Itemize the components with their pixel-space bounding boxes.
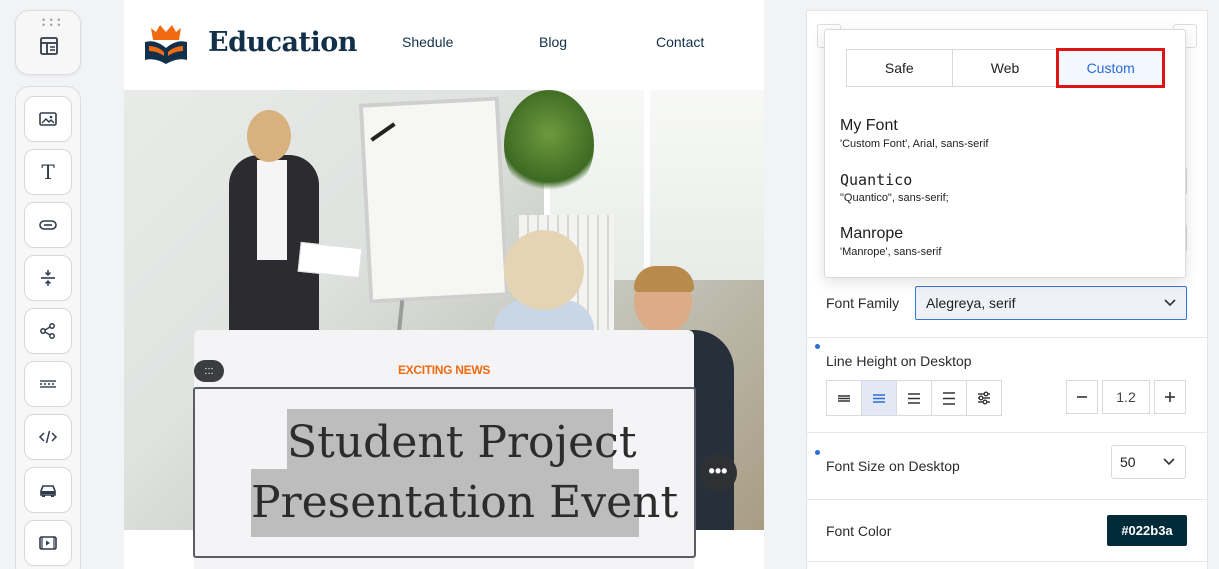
font-option-stack: "Quantico", sans-serif; xyxy=(840,192,949,204)
chevron-down-icon xyxy=(1163,446,1175,490)
decrement-button[interactable] xyxy=(1066,380,1098,414)
font-option-name: Manrope xyxy=(840,225,904,242)
font-source-tabs: Safe Web Custom xyxy=(846,48,1166,88)
font-option-name: My Font xyxy=(840,117,898,134)
line-height-relaxed-button[interactable] xyxy=(897,381,932,415)
nav-link-schedule[interactable]: Shedule xyxy=(402,34,453,50)
tab-custom[interactable]: Custom xyxy=(1056,48,1166,88)
font-family-row: Font Family Alegreya, serif xyxy=(806,270,1208,337)
nav-link-blog[interactable]: Blog xyxy=(539,34,567,50)
element-toolbar: T xyxy=(15,86,81,569)
plant xyxy=(504,90,594,200)
font-option-stack: 'Custom Font', Arial, sans-serif xyxy=(840,138,989,150)
font-option-stack: 'Manrope', sans-serif xyxy=(840,246,942,258)
font-color-row: Font Color #022b3a xyxy=(806,499,1208,561)
video-block-button[interactable] xyxy=(24,520,72,566)
kicker-label: EXCITING NEWS xyxy=(397,363,491,377)
font-family-select[interactable]: Alegreya, serif xyxy=(915,286,1187,320)
site-header: Education Shedule Blog Contact xyxy=(124,0,764,90)
font-size-label: Font Size on Desktop xyxy=(826,458,960,474)
line-height-row: Line Height on Desktop 1.2 xyxy=(806,337,1208,432)
social-block-button[interactable] xyxy=(24,308,72,354)
font-option-quantico[interactable]: Quantico "Quantico", sans-serif; xyxy=(840,171,949,204)
divider-icon xyxy=(40,380,56,388)
flipchart-board xyxy=(358,96,510,304)
line-height-stepper: 1.2 xyxy=(1066,380,1186,414)
font-option-name: Quantico xyxy=(840,171,913,189)
text-icon: T xyxy=(41,160,55,184)
divider-block-button[interactable] xyxy=(24,361,72,407)
font-size-value: 50 xyxy=(1120,454,1136,470)
book-crown-logo-icon xyxy=(145,25,187,64)
font-color-label: Font Color xyxy=(826,523,892,539)
video-icon xyxy=(39,536,57,550)
font-picker-popup: Safe Web Custom My Font 'Custom Font', A… xyxy=(824,29,1186,278)
brand-name: Education xyxy=(208,27,357,58)
title-line-2[interactable]: Presentation Event xyxy=(251,469,678,537)
lines-normal-icon xyxy=(873,394,885,403)
next-row-edge xyxy=(806,561,1208,569)
image-icon xyxy=(39,112,57,126)
drag-grip-icon[interactable]: • • • • • • xyxy=(42,16,61,30)
sliders-icon xyxy=(978,391,990,405)
line-height-loose-button[interactable] xyxy=(932,381,967,415)
email-canvas: Education Shedule Blog Contact EXCITING … xyxy=(124,0,764,569)
plus-icon xyxy=(1165,392,1175,402)
menu-block-button[interactable] xyxy=(24,467,72,513)
font-family-label: Font Family xyxy=(826,295,900,311)
toolbar-top-panel: • • • • • • xyxy=(15,10,81,75)
listener-head xyxy=(504,230,584,310)
lines-loose-icon xyxy=(943,392,955,405)
html-block-button[interactable] xyxy=(24,414,72,460)
share-icon xyxy=(40,323,55,339)
chevron-down-icon xyxy=(1164,287,1176,331)
font-size-select[interactable]: 50 xyxy=(1111,445,1186,479)
spacer-block-button[interactable] xyxy=(24,255,72,301)
more-options-button[interactable]: ••• xyxy=(699,454,737,492)
attendee-hair xyxy=(634,266,694,292)
minus-icon xyxy=(1077,396,1087,398)
drag-handle-icon[interactable]: ::: xyxy=(194,360,224,382)
text-block-button[interactable]: T xyxy=(24,149,72,195)
increment-button[interactable] xyxy=(1154,380,1186,414)
font-option-manrope[interactable]: Manrope 'Manrope', sans-serif xyxy=(840,225,941,258)
font-size-row: Font Size on Desktop 50 xyxy=(806,432,1208,499)
font-color-swatch[interactable]: #022b3a xyxy=(1107,515,1187,546)
button-icon xyxy=(39,220,57,230)
spacer-icon xyxy=(41,270,55,286)
line-height-input[interactable]: 1.2 xyxy=(1102,380,1150,414)
button-block-button[interactable] xyxy=(24,202,72,248)
car-icon xyxy=(40,485,56,497)
line-height-tight-button[interactable] xyxy=(827,381,862,415)
line-height-normal-button[interactable] xyxy=(862,381,897,415)
image-block-button[interactable] xyxy=(24,96,72,142)
nav-link-contact[interactable]: Contact xyxy=(656,34,704,50)
news-card: EXCITING NEWS Student Project Presentati… xyxy=(193,330,696,569)
font-option-my-font[interactable]: My Font 'Custom Font', Arial, sans-serif xyxy=(840,117,988,150)
presenter-head xyxy=(247,110,291,162)
responsive-indicator-dot xyxy=(815,450,820,455)
tab-safe[interactable]: Safe xyxy=(847,50,953,86)
responsive-indicator-dot xyxy=(815,344,820,349)
line-height-label: Line Height on Desktop xyxy=(826,353,972,369)
paper-sheet xyxy=(297,241,363,279)
lines-relaxed-icon xyxy=(908,393,920,404)
tab-web[interactable]: Web xyxy=(953,50,1059,86)
line-height-presets xyxy=(826,380,1002,416)
font-family-value: Alegreya, serif xyxy=(926,295,1016,311)
line-height-custom-button[interactable] xyxy=(967,381,1001,415)
presenter-shirt xyxy=(257,160,287,260)
lines-tight-icon xyxy=(838,395,850,402)
code-icon xyxy=(38,430,58,444)
selected-title-block[interactable]: Student Project Presentation Event xyxy=(193,387,696,558)
title-line-1[interactable]: Student Project xyxy=(287,409,637,477)
window-frame xyxy=(644,90,650,280)
layout-icon[interactable] xyxy=(38,35,60,57)
